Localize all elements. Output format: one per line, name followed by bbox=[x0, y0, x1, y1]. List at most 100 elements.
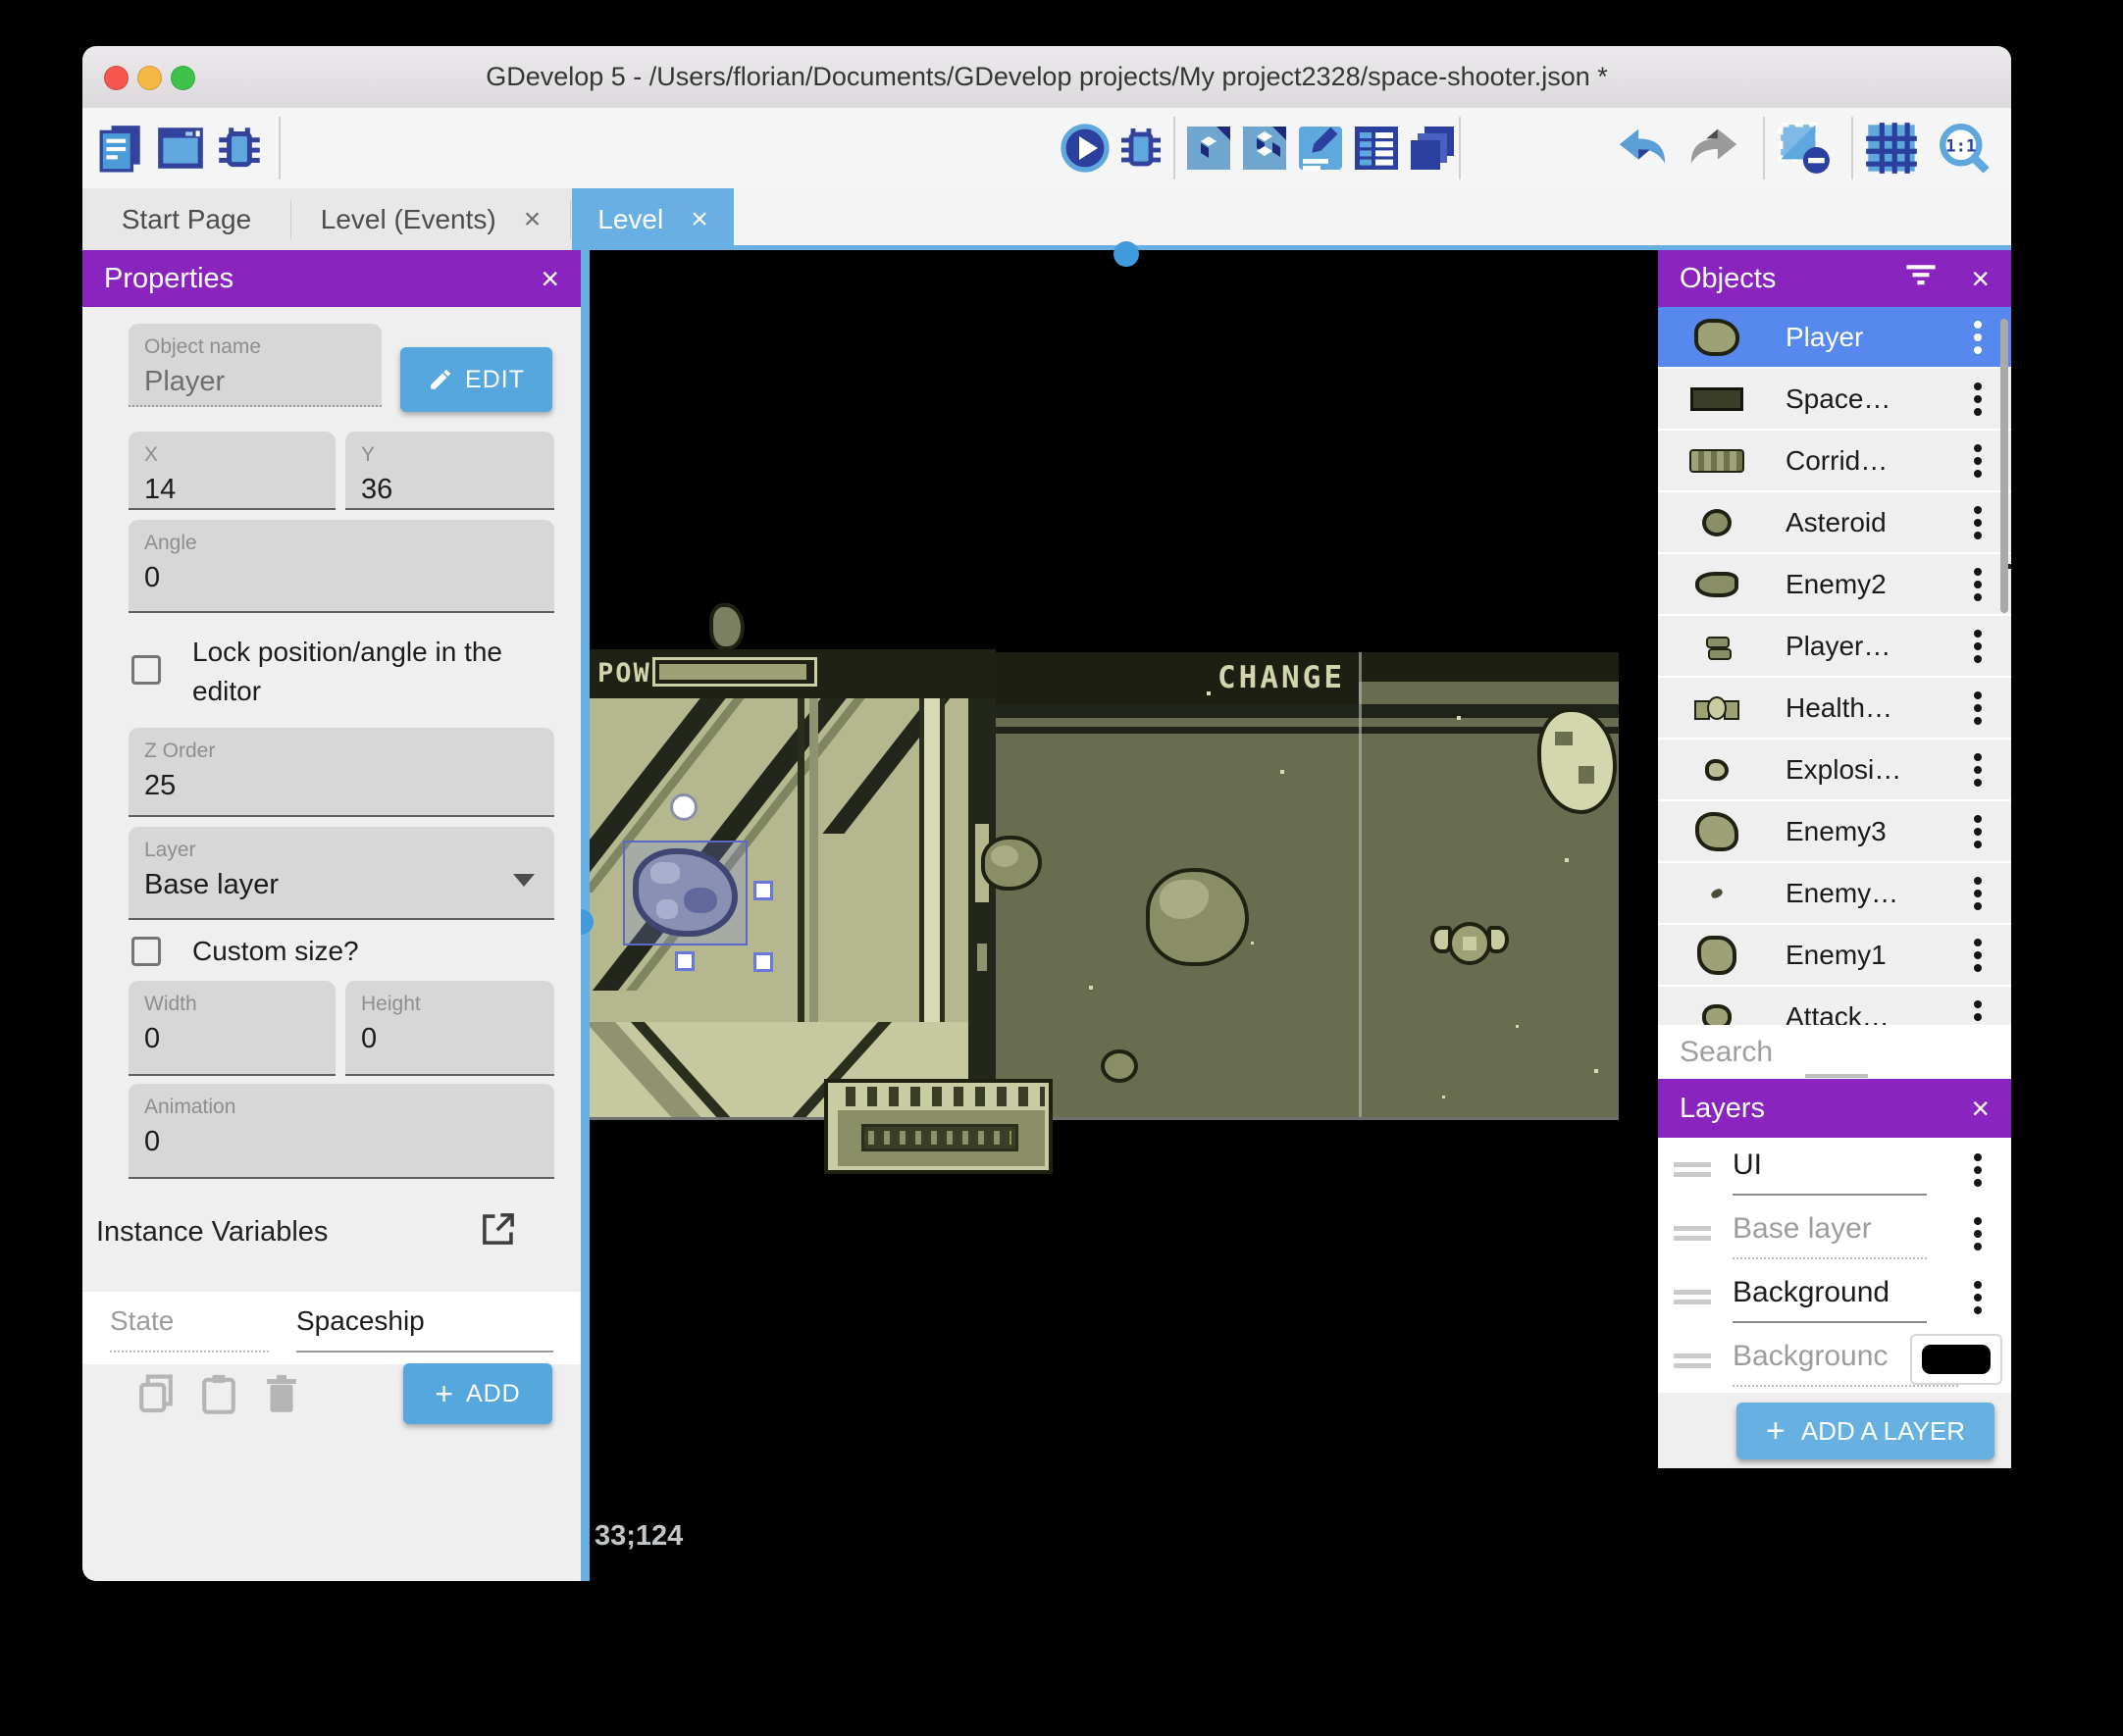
object-menu-icon[interactable] bbox=[1974, 320, 1982, 329]
zoom-window-button[interactable] bbox=[171, 66, 195, 90]
close-tab-icon[interactable]: × bbox=[524, 203, 542, 236]
add-variable-button[interactable]: + ADD bbox=[403, 1363, 552, 1424]
close-tab-icon[interactable]: × bbox=[691, 203, 708, 236]
background-color-swatch[interactable] bbox=[1910, 1334, 2002, 1385]
lock-position-checkbox[interactable] bbox=[131, 655, 161, 685]
x-field[interactable]: X 14 bbox=[129, 432, 336, 510]
health-pickup-sprite[interactable] bbox=[1430, 920, 1509, 969]
panel-resize-grip[interactable] bbox=[1805, 1074, 1868, 1078]
object-menu-icon[interactable] bbox=[1974, 690, 1982, 699]
rotate-handle[interactable] bbox=[670, 793, 698, 821]
object-row[interactable]: Attack… bbox=[1658, 987, 2011, 1025]
add-layer-button[interactable]: + ADD A LAYER bbox=[1736, 1403, 1994, 1459]
delete-icon[interactable] bbox=[259, 1370, 304, 1420]
redo-icon[interactable] bbox=[1684, 120, 1743, 177]
search-input[interactable] bbox=[1678, 1034, 2011, 1070]
edit-button[interactable]: EDIT bbox=[400, 347, 552, 412]
layer-name[interactable]: Base layer bbox=[1733, 1208, 1927, 1259]
open-in-new-icon[interactable] bbox=[479, 1209, 518, 1253]
object-menu-icon[interactable] bbox=[1974, 814, 1982, 823]
layer-select[interactable]: Layer Base layer bbox=[129, 827, 554, 920]
copy-icon[interactable] bbox=[133, 1370, 179, 1420]
play-icon[interactable] bbox=[1060, 120, 1111, 177]
drag-handle-icon[interactable] bbox=[1674, 1290, 1711, 1295]
layers-editor-icon[interactable] bbox=[1407, 120, 1458, 177]
selection-rectangle[interactable] bbox=[623, 841, 748, 945]
resize-handle[interactable] bbox=[753, 952, 773, 972]
custom-size-checkbox[interactable] bbox=[131, 937, 161, 966]
drag-handle-icon[interactable] bbox=[1674, 1162, 1711, 1167]
object-thumbnail-enemy3 bbox=[1685, 811, 1748, 851]
layer-name[interactable]: UI bbox=[1733, 1145, 1927, 1196]
object-row[interactable]: Asteroid bbox=[1658, 492, 2011, 554]
object-row[interactable]: Enemy3 bbox=[1658, 801, 2011, 863]
resize-handle[interactable] bbox=[675, 951, 695, 971]
enemy-sprite[interactable] bbox=[709, 603, 745, 650]
project-manager-icon[interactable] bbox=[94, 120, 149, 177]
close-layers-icon[interactable]: × bbox=[1971, 1091, 1990, 1127]
object-row[interactable]: Health… bbox=[1658, 678, 2011, 740]
debris-sprite[interactable] bbox=[1537, 708, 1617, 814]
object-row[interactable]: Explosi… bbox=[1658, 740, 2011, 801]
drag-handle-icon[interactable] bbox=[1674, 1226, 1711, 1231]
undo-icon[interactable] bbox=[1613, 120, 1672, 177]
grid-icon[interactable] bbox=[1861, 120, 1922, 177]
object-row[interactable]: Player bbox=[1658, 307, 2011, 369]
tab-level-events[interactable]: Level (Events) × bbox=[291, 188, 570, 250]
scene-properties-icon[interactable] bbox=[1183, 120, 1234, 177]
layer-name[interactable]: Background bbox=[1733, 1272, 1927, 1323]
filter-icon[interactable] bbox=[1904, 260, 1938, 297]
panel-resize-handle[interactable] bbox=[1113, 241, 1139, 267]
object-row[interactable]: Enemy… bbox=[1658, 863, 2011, 925]
z-order-field[interactable]: Z Order 25 bbox=[129, 728, 554, 817]
layer-menu-icon[interactable] bbox=[1974, 1216, 1982, 1225]
console-sprite[interactable] bbox=[824, 1079, 1053, 1174]
start-page-icon[interactable] bbox=[153, 120, 208, 177]
object-menu-icon[interactable] bbox=[1974, 999, 1982, 1008]
zoom-1-1-icon[interactable]: 1:1 bbox=[1934, 120, 1994, 177]
close-window-button[interactable] bbox=[104, 66, 129, 90]
variables-row[interactable]: State Spaceship bbox=[82, 1292, 581, 1364]
drag-handle-icon[interactable] bbox=[1674, 1353, 1711, 1358]
object-menu-icon[interactable] bbox=[1974, 382, 1982, 390]
object-row[interactable]: Enemy2 bbox=[1658, 554, 2011, 616]
width-field[interactable]: Width 0 bbox=[129, 981, 336, 1076]
layer-row[interactable]: Base layer bbox=[1658, 1201, 2011, 1265]
object-menu-icon[interactable] bbox=[1974, 752, 1982, 761]
object-menu-icon[interactable] bbox=[1974, 443, 1982, 452]
object-menu-icon[interactable] bbox=[1974, 567, 1982, 576]
resize-handle[interactable] bbox=[753, 881, 773, 900]
edit-scene-icon[interactable] bbox=[1295, 120, 1346, 177]
close-objects-icon[interactable]: × bbox=[1971, 261, 1990, 297]
asteroid-sprite-small[interactable] bbox=[1101, 1049, 1138, 1083]
object-row[interactable]: Space… bbox=[1658, 369, 2011, 431]
layer-row[interactable]: UI bbox=[1658, 1138, 2011, 1201]
object-row[interactable]: Corrid… bbox=[1658, 431, 2011, 492]
y-field[interactable]: Y 36 bbox=[345, 432, 554, 510]
events-editor-icon[interactable] bbox=[1351, 120, 1402, 177]
debugger-icon[interactable] bbox=[212, 120, 267, 177]
objects-scrollbar[interactable] bbox=[2000, 319, 2008, 613]
paste-icon[interactable] bbox=[196, 1370, 241, 1420]
debug-play-icon[interactable] bbox=[1115, 120, 1166, 177]
object-row[interactable]: Player… bbox=[1658, 616, 2011, 678]
tab-level[interactable]: Level × bbox=[572, 188, 734, 250]
objects-editor-icon[interactable] bbox=[1239, 120, 1290, 177]
layer-row[interactable]: Background bbox=[1658, 1265, 2011, 1329]
object-row[interactable]: Enemy1 bbox=[1658, 925, 2011, 987]
deselect-icon[interactable] bbox=[1773, 120, 1836, 177]
layer-menu-icon[interactable] bbox=[1974, 1280, 1982, 1289]
asteroid-sprite-large[interactable] bbox=[1146, 868, 1249, 966]
animation-field[interactable]: Animation 0 bbox=[129, 1084, 554, 1179]
object-menu-icon[interactable] bbox=[1974, 629, 1982, 638]
object-menu-icon[interactable] bbox=[1974, 505, 1982, 514]
height-field[interactable]: Height 0 bbox=[345, 981, 554, 1076]
object-menu-icon[interactable] bbox=[1974, 876, 1982, 885]
angle-field[interactable]: Angle 0 bbox=[129, 520, 554, 613]
close-properties-icon[interactable]: × bbox=[541, 261, 559, 297]
object-menu-icon[interactable] bbox=[1974, 938, 1982, 946]
layer-menu-icon[interactable] bbox=[1974, 1152, 1982, 1161]
tab-start-page[interactable]: Start Page bbox=[82, 188, 290, 250]
variable-name[interactable]: State bbox=[110, 1305, 269, 1353]
minimize-window-button[interactable] bbox=[137, 66, 162, 90]
